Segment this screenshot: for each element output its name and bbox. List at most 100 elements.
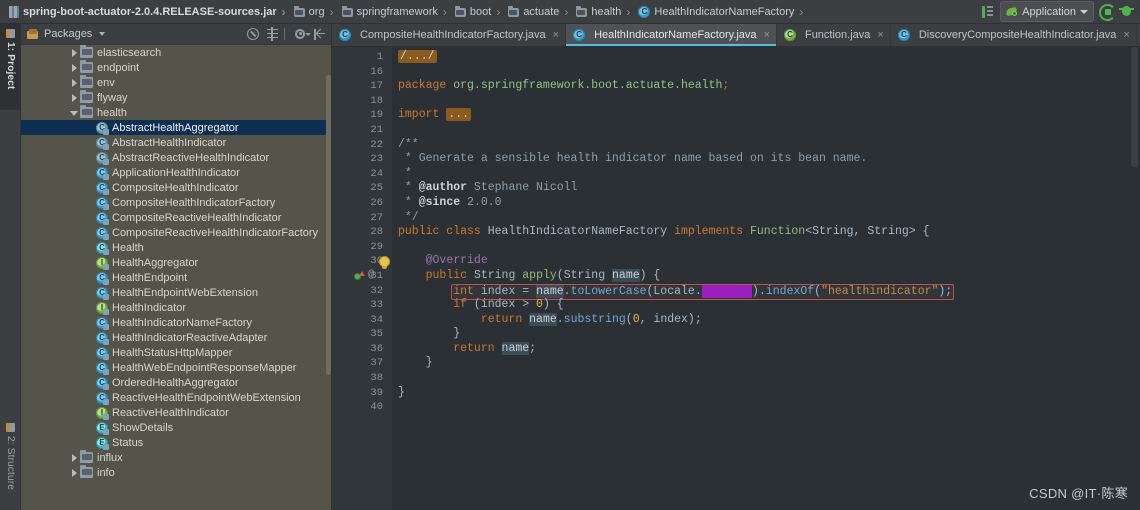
run-configuration-label: Application [1022, 5, 1076, 18]
close-icon[interactable]: × [764, 29, 770, 41]
folder-icon [80, 90, 93, 103]
tree-item[interactable]: C HealthEndpointWebExtension [21, 285, 331, 300]
tree-item-label: Status [112, 436, 144, 449]
scrollbar-thumb[interactable] [1131, 47, 1138, 167]
editor-tab[interactable]: Function.java × [777, 24, 891, 46]
line-number-gutter[interactable]: 1 16 17 18 19 21 22 23 24 25 26 27 28 29 30 31 @32 33 34 35… [332, 47, 392, 510]
tree-item[interactable]: I ReactiveHealthIndicator [21, 405, 331, 420]
tree-item[interactable]: endpoint [21, 60, 331, 75]
tree-closed-arrow-icon[interactable] [69, 92, 80, 103]
breadcrumb-item-actuate[interactable]: actuate › [506, 0, 574, 24]
tree-arrow-spacer [85, 362, 96, 373]
tree-item[interactable]: flyway [21, 90, 331, 105]
tree-item[interactable]: E Status [21, 435, 331, 450]
close-icon[interactable]: × [877, 29, 883, 41]
tree-item-label: CompositeReactiveHealthIndicator [112, 211, 282, 224]
tree-item[interactable]: C ApplicationHealthIndicator [21, 165, 331, 180]
editor-tab[interactable]: CompositeHealthIndicatorFactory.java × [332, 24, 567, 46]
tree-item[interactable]: C CompositeReactiveHealthIndicatorFactory [21, 225, 331, 240]
collapse-all-icon[interactable] [246, 27, 261, 42]
tree-item-label: info [97, 466, 115, 479]
tree-closed-arrow-icon[interactable] [69, 47, 80, 58]
tree-item[interactable]: C HealthWebEndpointResponseMapper [21, 360, 331, 375]
scrollbar-thumb[interactable] [326, 75, 331, 375]
tree-item[interactable]: C Health [21, 240, 331, 255]
tool-window-tab-label: 2: Structure [5, 436, 16, 491]
tree-item[interactable]: C HealthStatusHttpMapper [21, 345, 331, 360]
line-number: 32 [370, 284, 383, 297]
class-icon: C [96, 226, 109, 240]
hide-panel-icon[interactable] [312, 27, 327, 42]
tree-closed-arrow-icon[interactable] [69, 452, 80, 463]
tree-item[interactable]: C HealthIndicatorReactiveAdapter [21, 330, 331, 345]
tree-item[interactable]: C AbstractReactiveHealthIndicator [21, 150, 331, 165]
override-method-icon[interactable] [354, 270, 365, 281]
chevron-down-icon [1080, 9, 1088, 14]
tree-item[interactable]: E ShowDetails [21, 420, 331, 435]
tool-window-tab-structure[interactable]: 2: Structure [0, 418, 21, 510]
tool-window-tab-project[interactable]: 1: Project [0, 24, 21, 110]
breadcrumb-item-org[interactable]: org › [292, 0, 340, 24]
expand-all-icon[interactable] [265, 26, 280, 42]
breadcrumb-item-class[interactable]: HealthIndicatorNameFactory › [636, 0, 809, 24]
tree-item[interactable]: C AbstractHealthIndicator [21, 135, 331, 150]
tree-item-label: HealthEndpointWebExtension [112, 286, 258, 299]
run-configuration-selector[interactable]: Application [1000, 1, 1094, 22]
tree-item[interactable]: env [21, 75, 331, 90]
tree-closed-arrow-icon[interactable] [69, 62, 80, 73]
tree-item-label: ShowDetails [112, 421, 174, 434]
editor-tab[interactable]: DiscoveryCompositeHealthIndicator.java × [891, 24, 1137, 46]
project-tree[interactable]: elasticsearch endpoint env flyway health C Abs… [21, 45, 331, 510]
tree-item[interactable]: elasticsearch [21, 45, 331, 60]
annotation-marker-icon[interactable]: @ [368, 269, 374, 284]
line-number: 38 [370, 372, 383, 385]
folded-imports[interactable]: ... [446, 108, 472, 122]
tree-item[interactable]: health [21, 105, 331, 120]
tree-item[interactable]: influx [21, 450, 331, 465]
tree-item[interactable]: C CompositeHealthIndicatorFactory [21, 195, 331, 210]
gear-icon[interactable] [293, 27, 311, 42]
tree-closed-arrow-icon[interactable] [69, 467, 80, 478]
interface-icon: I [96, 256, 109, 270]
tree-item[interactable]: C CompositeHealthIndicator [21, 180, 331, 195]
editor-scrollbar[interactable] [1128, 46, 1140, 510]
project-tree-scrollbar[interactable] [326, 45, 331, 510]
breadcrumb-item-boot[interactable]: boot › [453, 0, 506, 24]
tree-open-arrow-icon[interactable] [69, 107, 80, 118]
tree-item[interactable]: C ReactiveHealthEndpointWebExtension [21, 390, 331, 405]
close-icon[interactable]: × [553, 29, 559, 41]
tree-item[interactable]: C HealthIndicatorNameFactory [21, 315, 331, 330]
breadcrumb-item-health[interactable]: health › [574, 0, 636, 24]
tree-item[interactable]: C CompositeReactiveHealthIndicator [21, 210, 331, 225]
tree-closed-arrow-icon[interactable] [69, 77, 80, 88]
debug-icon[interactable] [1119, 4, 1134, 19]
folder-icon [80, 75, 93, 88]
tree-arrow-spacer [85, 332, 96, 343]
tree-arrow-spacer [85, 212, 96, 223]
source-code[interactable]: /.../ package org.springframework.boot.a… [392, 47, 1140, 510]
folded-comment[interactable]: /.../ [398, 50, 437, 63]
code-editor[interactable]: 1 16 17 18 19 21 22 23 24 25 26 27 28 29 30 31 @32 33 34 35… [332, 47, 1140, 510]
code-line: int index = name.toLowerCase(Locale.ENGL… [392, 283, 1140, 301]
tree-item[interactable]: info [21, 465, 331, 480]
selected-token[interactable]: ENGLISH [701, 284, 753, 298]
editor-tab[interactable]: HealthIndicatorNameFactory.java × [566, 24, 777, 46]
tree-item[interactable]: C OrderedHealthAggregator [21, 375, 331, 390]
tree-item[interactable]: I HealthIndicator [21, 300, 331, 315]
tree-item-label: HealthIndicatorReactiveAdapter [112, 331, 268, 344]
tree-item[interactable]: C HealthEndpoint [21, 270, 331, 285]
code-line: * @since 2.0.0 [398, 195, 502, 209]
vcs-icon[interactable] [981, 5, 995, 19]
breadcrumb-item-springframework[interactable]: springframework › [340, 0, 453, 24]
chevron-down-icon[interactable] [99, 32, 106, 36]
breadcrumb-item-jar[interactable]: spring-boot-actuator-2.0.4.RELEASE-sourc… [7, 0, 292, 24]
tree-item[interactable]: C AbstractHealthAggregator [21, 120, 331, 135]
lightbulb-icon[interactable] [380, 257, 389, 270]
close-icon[interactable]: × [1123, 29, 1129, 41]
run-icon[interactable] [1099, 4, 1116, 21]
line-number: 28 [370, 226, 383, 239]
tree-item[interactable]: I HealthAggregator [21, 255, 331, 270]
watermark: CSDN @IT·陈寒 [1029, 486, 1128, 501]
tree-item-label: HealthEndpoint [112, 271, 188, 284]
